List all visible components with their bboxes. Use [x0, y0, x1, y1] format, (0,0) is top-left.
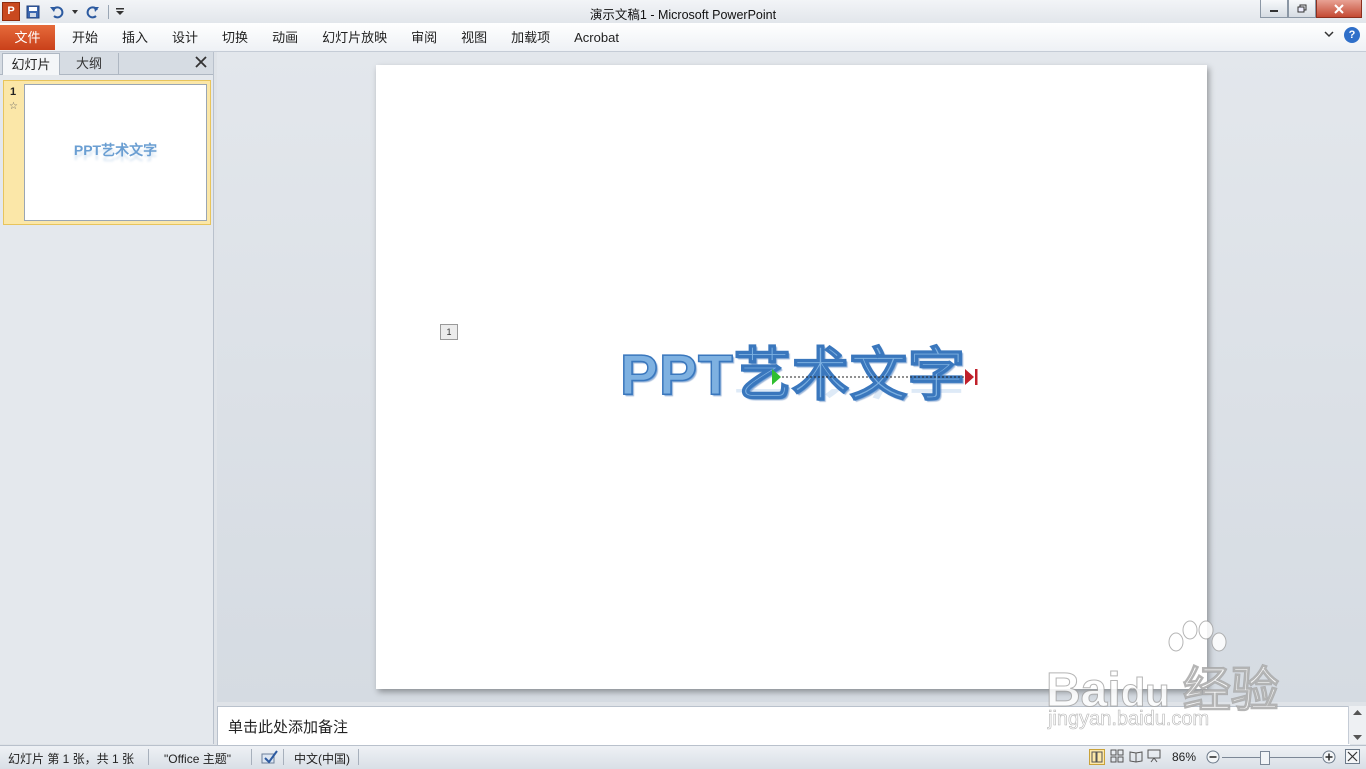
tab-slides[interactable]: 幻灯片 [2, 53, 60, 75]
tab-acrobat[interactable]: Acrobat [562, 25, 631, 50]
notes-pane[interactable]: 单击此处添加备注 [217, 706, 1350, 745]
slide-count-status: 幻灯片 第 1 张，共 1 张 [8, 752, 135, 766]
notes-placeholder: 单击此处添加备注 [228, 719, 349, 736]
tab-home[interactable]: 开始 [60, 25, 110, 50]
reading-view-icon[interactable] [1129, 749, 1143, 766]
thumbnail-art-text: PPT艺术文字 [73, 141, 158, 158]
spellcheck-icon[interactable] [261, 749, 279, 768]
normal-view-icon[interactable] [1089, 749, 1105, 768]
tab-file[interactable]: 文件 [0, 25, 55, 50]
zoom-out-icon[interactable] [1206, 750, 1220, 767]
minimize-ribbon-icon[interactable] [1324, 28, 1334, 42]
window-controls [1260, 0, 1362, 18]
tab-outline[interactable]: 大纲 [60, 53, 119, 74]
tab-animations[interactable]: 动画 [260, 25, 310, 50]
language-status[interactable]: 中文(中国) [294, 750, 350, 767]
tab-review[interactable]: 审阅 [399, 25, 449, 50]
tab-transitions[interactable]: 切换 [210, 25, 260, 50]
pane-tabs: 幻灯片 大纲 [0, 52, 213, 75]
slide-thumbnail[interactable]: PPT艺术文字 [24, 84, 207, 221]
title-bar: P 演示文稿1 - Microsoft PowerPoint [0, 0, 1366, 23]
status-separator [148, 749, 149, 765]
fit-to-window-icon[interactable] [1345, 749, 1360, 767]
ribbon: 文件 开始 插入 设计 切换 动画 幻灯片放映 审阅 视图 加载项 Acroba… [0, 23, 1366, 52]
slide-thumbnail-item[interactable]: 1 ☆ PPT艺术文字 [3, 80, 211, 225]
tab-view[interactable]: 视图 [449, 25, 499, 50]
animation-order-tag[interactable]: 1 [440, 324, 458, 340]
slide-sorter-icon[interactable] [1110, 749, 1124, 766]
motion-path-start-icon [772, 369, 781, 385]
zoom-level[interactable]: 86% [1172, 750, 1196, 764]
slide-canvas[interactable]: 1 PPT艺术文字 PPT艺术文字 [376, 65, 1207, 689]
notes-scrollbar[interactable] [1348, 706, 1366, 744]
ribbon-right-controls: ? [1324, 27, 1360, 43]
window-title: 演示文稿1 - Microsoft PowerPoint [589, 8, 777, 22]
help-icon[interactable]: ? [1344, 27, 1360, 43]
status-separator [251, 749, 252, 765]
motion-path[interactable] [770, 367, 982, 387]
restore-button[interactable] [1288, 0, 1316, 18]
slide-number: 1 [10, 86, 17, 98]
ribbon-tabs: 开始 插入 设计 切换 动画 幻灯片放映 审阅 视图 加载项 Acrobat [60, 25, 631, 50]
minimize-button[interactable] [1260, 0, 1288, 18]
theme-status[interactable]: "Office 主题" [164, 750, 231, 767]
slide-editing-area: 1 PPT艺术文字 PPT艺术文字 [217, 52, 1366, 702]
tab-slideshow[interactable]: 幻灯片放映 [310, 25, 399, 50]
animation-star-icon: ☆ [9, 101, 18, 112]
tab-insert[interactable]: 插入 [110, 25, 160, 50]
close-button[interactable] [1316, 0, 1362, 18]
close-pane-icon[interactable] [194, 55, 208, 69]
status-bar: 幻灯片 第 1 张，共 1 张 "Office 主题" 中文(中国) 86% [0, 745, 1366, 769]
tab-design[interactable]: 设计 [160, 25, 210, 50]
zoom-in-icon[interactable] [1322, 750, 1336, 767]
motion-path-end-bar [975, 369, 978, 385]
motion-path-end-icon [965, 369, 974, 385]
status-separator [358, 749, 359, 765]
slideshow-icon[interactable] [1147, 749, 1161, 766]
slides-pane: 幻灯片 大纲 1 ☆ PPT艺术文字 [0, 52, 214, 744]
zoom-slider-thumb[interactable] [1260, 751, 1270, 765]
zoom-slider[interactable] [1222, 757, 1322, 758]
tab-addins[interactable]: 加载项 [499, 25, 562, 50]
status-separator [283, 749, 284, 765]
